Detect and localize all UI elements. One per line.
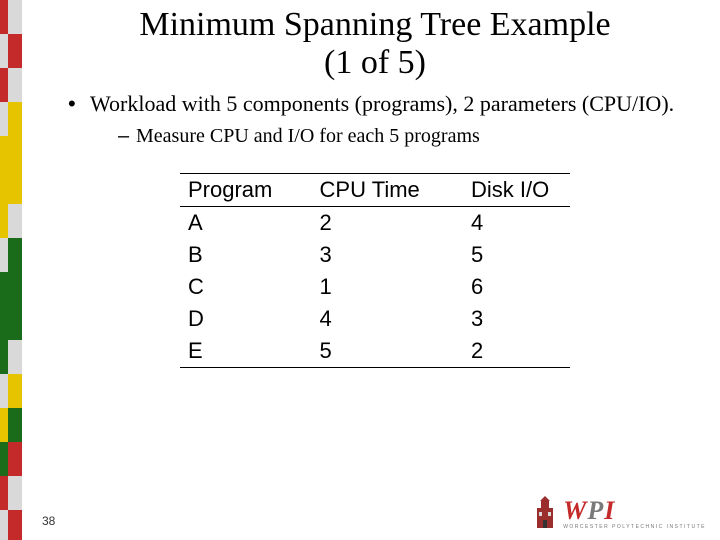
title-line-1: Minimum Spanning Tree Example: [139, 6, 610, 43]
cell-io: 3: [443, 303, 570, 335]
wpi-p: P: [587, 496, 604, 525]
cell-program: E: [180, 335, 292, 368]
cell-io: 5: [443, 239, 570, 271]
page-number: 38: [42, 514, 55, 528]
cell-cpu: 3: [292, 239, 443, 271]
cell-cpu: 1: [292, 271, 443, 303]
cell-io: 4: [443, 206, 570, 239]
cell-io: 2: [443, 335, 570, 368]
wpi-i: I: [604, 496, 615, 525]
left-stripe-inner: [8, 0, 22, 540]
table-row: B 3 5: [180, 239, 570, 271]
slide-title: Minimum Spanning Tree Example (1 of 5): [40, 6, 710, 82]
cell-cpu: 4: [292, 303, 443, 335]
col-program: Program: [180, 173, 292, 206]
wpi-w: W: [563, 496, 587, 525]
cell-cpu: 5: [292, 335, 443, 368]
sub-bullet: Measure CPU and I/O for each 5 programs: [118, 124, 710, 149]
table-row: D 4 3: [180, 303, 570, 335]
wpi-wordmark: WPI: [563, 496, 706, 526]
bullet-text: Workload with 5 components (programs), 2…: [90, 91, 674, 116]
wpi-text-block: WPI WORCESTER POLYTECHNIC INSTITUTE: [563, 496, 706, 530]
col-cpu: CPU Time: [292, 173, 443, 206]
slide-content: Minimum Spanning Tree Example (1 of 5) W…: [40, 0, 710, 540]
cell-cpu: 2: [292, 206, 443, 239]
cell-program: B: [180, 239, 292, 271]
table-row: A 2 4: [180, 206, 570, 239]
cell-program: C: [180, 271, 292, 303]
cell-io: 6: [443, 271, 570, 303]
cell-program: A: [180, 206, 292, 239]
sub-bullet-list: Measure CPU and I/O for each 5 programs: [118, 124, 710, 149]
cell-program: D: [180, 303, 292, 335]
table-header-row: Program CPU Time Disk I/O: [180, 173, 570, 206]
building-icon: [531, 496, 559, 530]
wpi-logo: WPI WORCESTER POLYTECHNIC INSTITUTE: [531, 496, 706, 530]
data-table-wrap: Program CPU Time Disk I/O A 2 4 B 3 5 C: [180, 173, 570, 368]
table-row: E 5 2: [180, 335, 570, 368]
table-row: C 1 6: [180, 271, 570, 303]
bullet-list: Workload with 5 components (programs), 2…: [68, 90, 710, 149]
bullet-main: Workload with 5 components (programs), 2…: [68, 90, 710, 149]
left-stripe-outer: [0, 0, 8, 540]
data-table: Program CPU Time Disk I/O A 2 4 B 3 5 C: [180, 173, 570, 368]
wpi-institute-label: WORCESTER POLYTECHNIC INSTITUTE: [563, 524, 706, 530]
col-io: Disk I/O: [443, 173, 570, 206]
title-line-2: (1 of 5): [324, 44, 426, 81]
